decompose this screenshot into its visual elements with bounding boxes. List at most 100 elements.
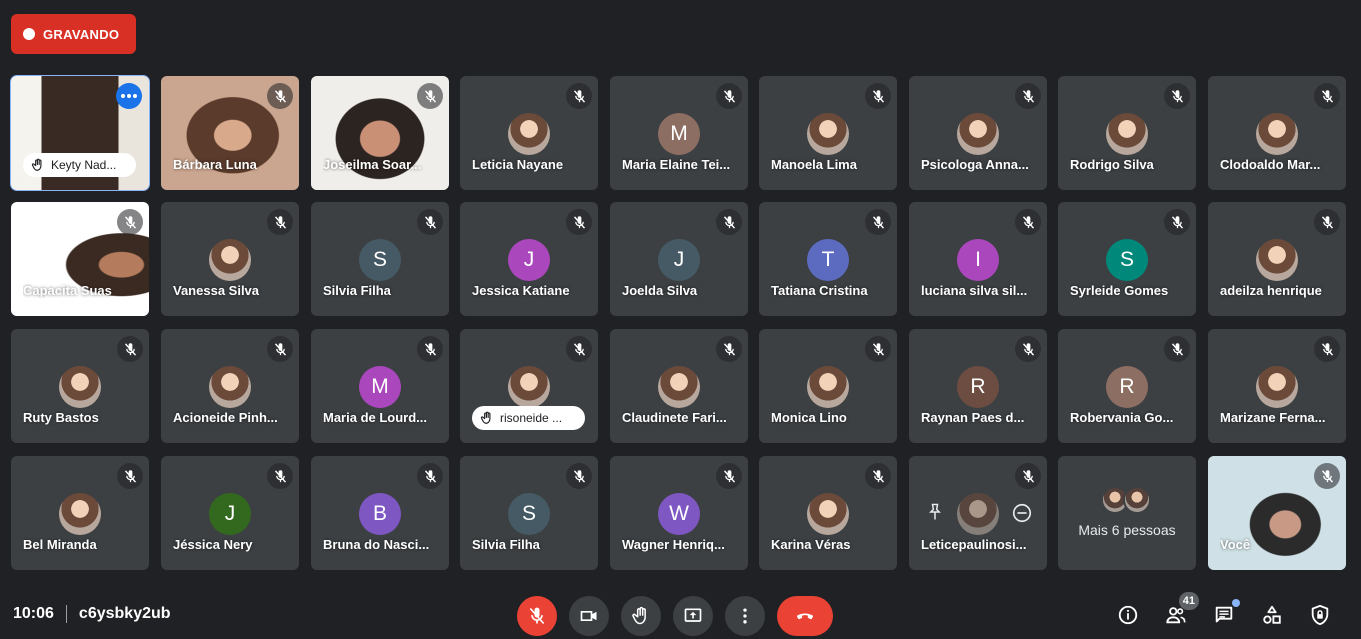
- participant-grid: Keyty Nad... Bárbara Luna Joseilma Soar...…: [10, 75, 1346, 570]
- avatar: S: [1106, 239, 1148, 281]
- participant-tile[interactable]: Marizane Ferna...: [1208, 329, 1346, 443]
- participant-tile[interactable]: Ruty Bastos: [11, 329, 149, 443]
- participant-tile[interactable]: T Tatiana Cristina: [759, 202, 897, 316]
- participant-name: risoneide ...: [500, 411, 563, 425]
- participant-tile[interactable]: Iluciana silva sil...: [909, 202, 1047, 316]
- participant-tile[interactable]: Keyty Nad...: [10, 75, 150, 191]
- meeting-details-button[interactable]: [1115, 602, 1141, 628]
- pin-icon[interactable]: [925, 502, 945, 522]
- host-controls-button[interactable]: [1307, 602, 1333, 628]
- avatar: J: [209, 493, 251, 535]
- participant-tile[interactable]: W Wagner Henriq...: [610, 456, 748, 570]
- remove-participant-icon[interactable]: [1011, 502, 1033, 524]
- participant-name: Monica Lino: [771, 410, 847, 425]
- mic-off-icon: [267, 83, 293, 109]
- hangup-icon: [796, 613, 814, 620]
- mic-off-icon: [117, 336, 143, 362]
- participant-tile[interactable]: Clodoaldo Mar...: [1208, 76, 1346, 190]
- participant-tile[interactable]: J Joelda Silva: [610, 202, 748, 316]
- avatar: [508, 366, 550, 408]
- mic-off-icon: [1164, 336, 1190, 362]
- participant-tile[interactable]: Você: [1208, 456, 1346, 570]
- raised-hand-chip: risoneide ...: [472, 406, 585, 430]
- participant-tile[interactable]: S Syrleide Gomes: [1058, 202, 1196, 316]
- tile-options-icon[interactable]: [116, 83, 142, 109]
- participant-name: Maria Elaine Tei...: [622, 157, 731, 172]
- mic-off-icon: [566, 209, 592, 235]
- avatar: J: [658, 239, 700, 281]
- participant-tile[interactable]: Joseilma Soar...: [311, 76, 449, 190]
- mic-off-icon: [716, 463, 742, 489]
- participant-name: Leticia Nayane: [472, 157, 564, 172]
- participant-tile[interactable]: J Jessica Katiane: [460, 202, 598, 316]
- avatar-stack: [1101, 486, 1153, 514]
- avatar: R: [1106, 366, 1148, 408]
- avatar: W: [658, 493, 700, 535]
- mic-off-icon: [1314, 336, 1340, 362]
- participant-tile[interactable]: Manoela Lima: [759, 76, 897, 190]
- mic-toggle-button[interactable]: [517, 596, 557, 636]
- participant-tile[interactable]: adeilza henrique: [1208, 202, 1346, 316]
- mic-off-icon: [865, 209, 891, 235]
- participant-tile[interactable]: Leticepaulinosi...: [909, 456, 1047, 570]
- participant-name: Wagner Henriq...: [622, 537, 725, 552]
- recording-badge[interactable]: GRAVANDO: [11, 14, 136, 54]
- activities-button[interactable]: [1259, 602, 1285, 628]
- raise-hand-button[interactable]: [621, 596, 661, 636]
- present-screen-button[interactable]: [673, 596, 713, 636]
- participant-tile[interactable]: Acioneide Pinh...: [161, 329, 299, 443]
- avatar: R: [957, 366, 999, 408]
- avatar: [957, 493, 999, 535]
- participant-tile[interactable]: M Maria de Lourd...: [311, 329, 449, 443]
- participant-tile[interactable]: Vanessa Silva: [161, 202, 299, 316]
- participant-tile[interactable]: Rodrigo Silva: [1058, 76, 1196, 190]
- participant-tile[interactable]: B Bruna do Nasci...: [311, 456, 449, 570]
- activities-shapes-icon: [1263, 605, 1281, 624]
- mic-off-icon: [1015, 209, 1041, 235]
- participant-tile[interactable]: Psicologa Anna...: [909, 76, 1047, 190]
- participant-tile[interactable]: R Raynan Paes d...: [909, 329, 1047, 443]
- participant-tile[interactable]: Mais 6 pessoas: [1058, 456, 1196, 570]
- mic-off-icon: [1015, 83, 1041, 109]
- participant-tile[interactable]: Bárbara Luna: [161, 76, 299, 190]
- participant-tile[interactable]: Claudinete Fari...: [610, 329, 748, 443]
- participant-name: Rodrigo Silva: [1070, 157, 1154, 172]
- participant-tile[interactable]: S Silvia Filha: [311, 202, 449, 316]
- more-vert-icon: [743, 608, 747, 624]
- participant-tile[interactable]: S Silvia Filha: [460, 456, 598, 570]
- participant-name: Silvia Filha: [323, 283, 391, 298]
- people-button[interactable]: 41: [1163, 592, 1199, 628]
- clock-time: 10:06: [13, 605, 54, 622]
- participant-name: Manoela Lima: [771, 157, 857, 172]
- participant-tile[interactable]: Leticia Nayane: [460, 76, 598, 190]
- avatar: M: [658, 113, 700, 155]
- avatar: T: [807, 239, 849, 281]
- participant-name: Psicologa Anna...: [921, 157, 1029, 172]
- participant-name: Vanessa Silva: [173, 283, 260, 298]
- mic-off-icon: [267, 209, 293, 235]
- avatar: I: [957, 239, 999, 281]
- avatar: [1256, 113, 1298, 155]
- mic-off-icon: [716, 336, 742, 362]
- participant-tile[interactable]: risoneide ...: [460, 329, 598, 443]
- participant-tile[interactable]: J Jéssica Nery: [161, 456, 299, 570]
- mic-off-icon: [716, 83, 742, 109]
- camera-toggle-button[interactable]: [569, 596, 609, 636]
- participant-tile[interactable]: Bel Miranda: [11, 456, 149, 570]
- participant-tile[interactable]: Capacita Suas: [11, 202, 149, 316]
- participant-tile[interactable]: R Robervania Go...: [1058, 329, 1196, 443]
- meeting-code[interactable]: c6ysbky2ub: [79, 605, 171, 623]
- mic-off-icon: [566, 336, 592, 362]
- chat-button[interactable]: [1211, 599, 1240, 628]
- avatar: B: [359, 493, 401, 535]
- participant-tile[interactable]: Monica Lino: [759, 329, 897, 443]
- mic-off-icon: [417, 463, 443, 489]
- more-options-button[interactable]: [725, 596, 765, 636]
- divider: [65, 605, 67, 623]
- leave-call-button[interactable]: [777, 596, 833, 636]
- participant-name: Karina Véras: [771, 537, 851, 552]
- participant-tile[interactable]: M Maria Elaine Tei...: [610, 76, 748, 190]
- participant-tile[interactable]: Karina Véras: [759, 456, 897, 570]
- participant-name: luciana silva sil...: [921, 283, 1028, 298]
- participant-name: Capacita Suas: [23, 283, 112, 298]
